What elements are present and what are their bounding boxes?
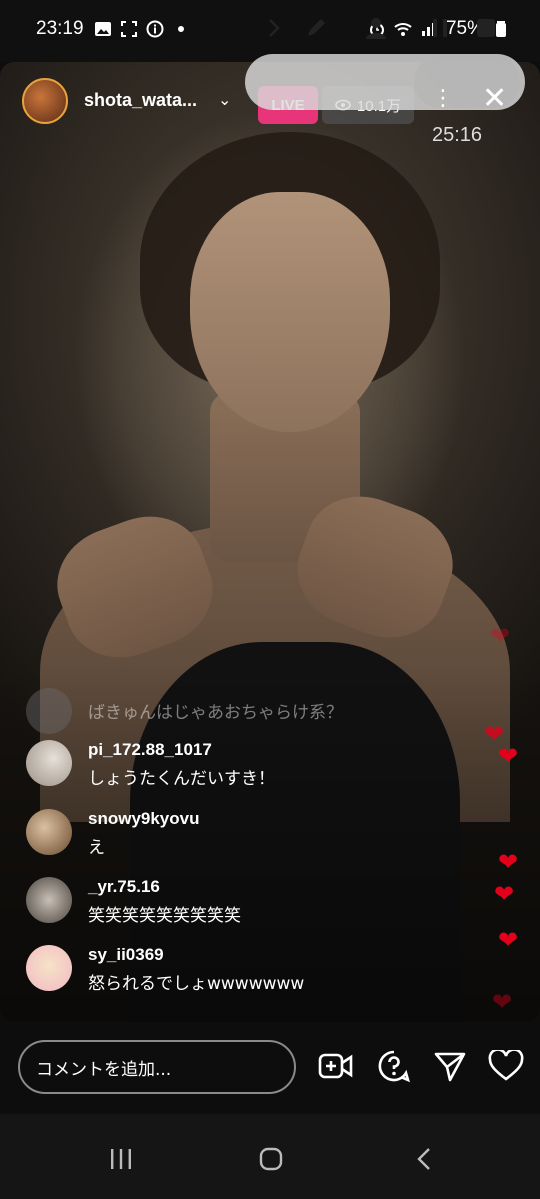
comment-avatar[interactable] (26, 688, 72, 734)
floating-heart-icon: ❤ (498, 742, 519, 770)
heart-icon[interactable] (488, 1048, 524, 1084)
comment-text: え (88, 838, 105, 858)
close-icon[interactable]: ✕ (482, 84, 507, 114)
comment-username[interactable]: pi_172.88_1017 (88, 740, 212, 760)
dot-icon (178, 26, 184, 32)
comment-item: _yr.75.16 笑笑笑笑笑笑笑笑笑 (26, 877, 406, 929)
comment-text: 怒られるでしょwwwwwww (88, 974, 305, 994)
recents-icon[interactable] (108, 1146, 134, 1176)
comment-avatar[interactable] (26, 809, 72, 855)
comment-item: pi_172.88_1017 しょうたくんだいすき！ (26, 740, 406, 792)
floating-heart-icon: ❤ (498, 848, 519, 876)
floating-heart-icon: ❤ (492, 988, 513, 1016)
more-options-icon[interactable]: ⋮ (432, 86, 454, 111)
add-video-icon[interactable] (318, 1048, 354, 1084)
comment-username[interactable]: snowy9kyovu (88, 809, 200, 829)
comment-text: ばきゅんはじゃあおちゃらけ系？ (88, 703, 343, 723)
chevron-down-icon[interactable]: ⌄ (218, 90, 231, 109)
screenshot-icon (121, 21, 137, 37)
comment-text: しょうたくんだいすき！ (88, 769, 275, 789)
recording-timer: 25:16 (432, 124, 483, 146)
pause-icon[interactable] (424, 12, 456, 44)
comment-avatar[interactable] (26, 877, 72, 923)
floating-heart-icon: ❤ (494, 880, 515, 908)
wifi-icon (394, 23, 412, 36)
comment-input[interactable]: コメントを追加... (18, 1040, 296, 1094)
comment-item: sy_ii0369 怒られるでしょwwwwwww (26, 945, 406, 997)
status-time: 23:19 (36, 18, 84, 39)
image-icon (95, 22, 111, 36)
question-icon[interactable] (376, 1048, 412, 1084)
info-icon (146, 20, 164, 38)
person-icon[interactable] (360, 12, 392, 44)
floating-heart-icon: ❤ (498, 926, 519, 954)
video-figure-face (190, 192, 390, 432)
comment-item: snowy9kyovu え (26, 809, 406, 861)
host-avatar[interactable] (22, 78, 68, 124)
status-left-icons (94, 20, 190, 38)
pen-icon[interactable] (300, 12, 332, 44)
host-username[interactable]: shota_wata... (84, 90, 197, 111)
comment-avatar[interactable] (26, 740, 72, 786)
comment-avatar[interactable] (26, 945, 72, 991)
comment-username[interactable]: _yr.75.16 (88, 877, 160, 897)
back-icon[interactable] (412, 1146, 438, 1176)
chevron-right-icon[interactable] (258, 12, 290, 44)
send-icon[interactable] (432, 1048, 468, 1084)
comment-item: ばきゅんはじゃあおちゃらけ系？ (26, 688, 406, 740)
home-icon[interactable] (258, 1146, 284, 1176)
floating-heart-icon: ❤ (490, 622, 511, 650)
comment-text: 笑笑笑笑笑笑笑笑笑 (88, 906, 241, 926)
comment-username[interactable]: sy_ii0369 (88, 945, 164, 965)
stop-icon[interactable] (470, 12, 502, 44)
